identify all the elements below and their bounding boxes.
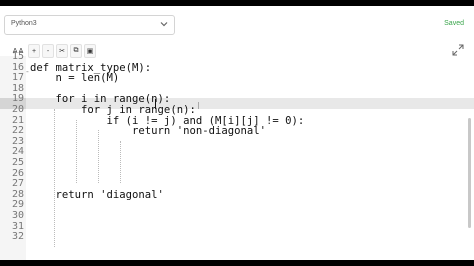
expand-icon[interactable]: [452, 44, 464, 56]
line-number: 20: [11, 104, 24, 115]
chevron-down-icon: [160, 22, 168, 27]
mouse-ibeam: [198, 102, 199, 109]
text-cursor: [155, 98, 156, 109]
indent-guide: [98, 130, 99, 183]
code-line: return 'diagonal': [30, 188, 164, 201]
video-frame: Python3 Saved A A + - ✂ ⧉ ▣ - 15 16 def …: [0, 0, 474, 266]
code-editor-app: Python3 Saved A A + - ✂ ⧉ ▣ - 15 16 def …: [0, 6, 474, 260]
line-number: 30: [11, 210, 24, 221]
indent-guide: [120, 141, 121, 183]
code-line: for j in range(n):: [30, 104, 196, 116]
language-value: Python3: [11, 20, 37, 27]
save-status: Saved: [444, 20, 464, 27]
language-select[interactable]: Python3: [4, 15, 175, 35]
code-area[interactable]: - 15 16 def matrix_type(M): 17 n = len(M) 18…: [0, 51, 474, 260]
line-number: 15: [11, 51, 24, 62]
editor-header: Python3 Saved: [0, 6, 474, 40]
line-number: 25: [11, 157, 24, 168]
code-line: n = len(M): [30, 72, 120, 85]
code-line: return 'non-diagonal': [30, 125, 266, 138]
line-number: 32: [11, 231, 24, 243]
vertical-scrollbar[interactable]: [468, 118, 471, 228]
